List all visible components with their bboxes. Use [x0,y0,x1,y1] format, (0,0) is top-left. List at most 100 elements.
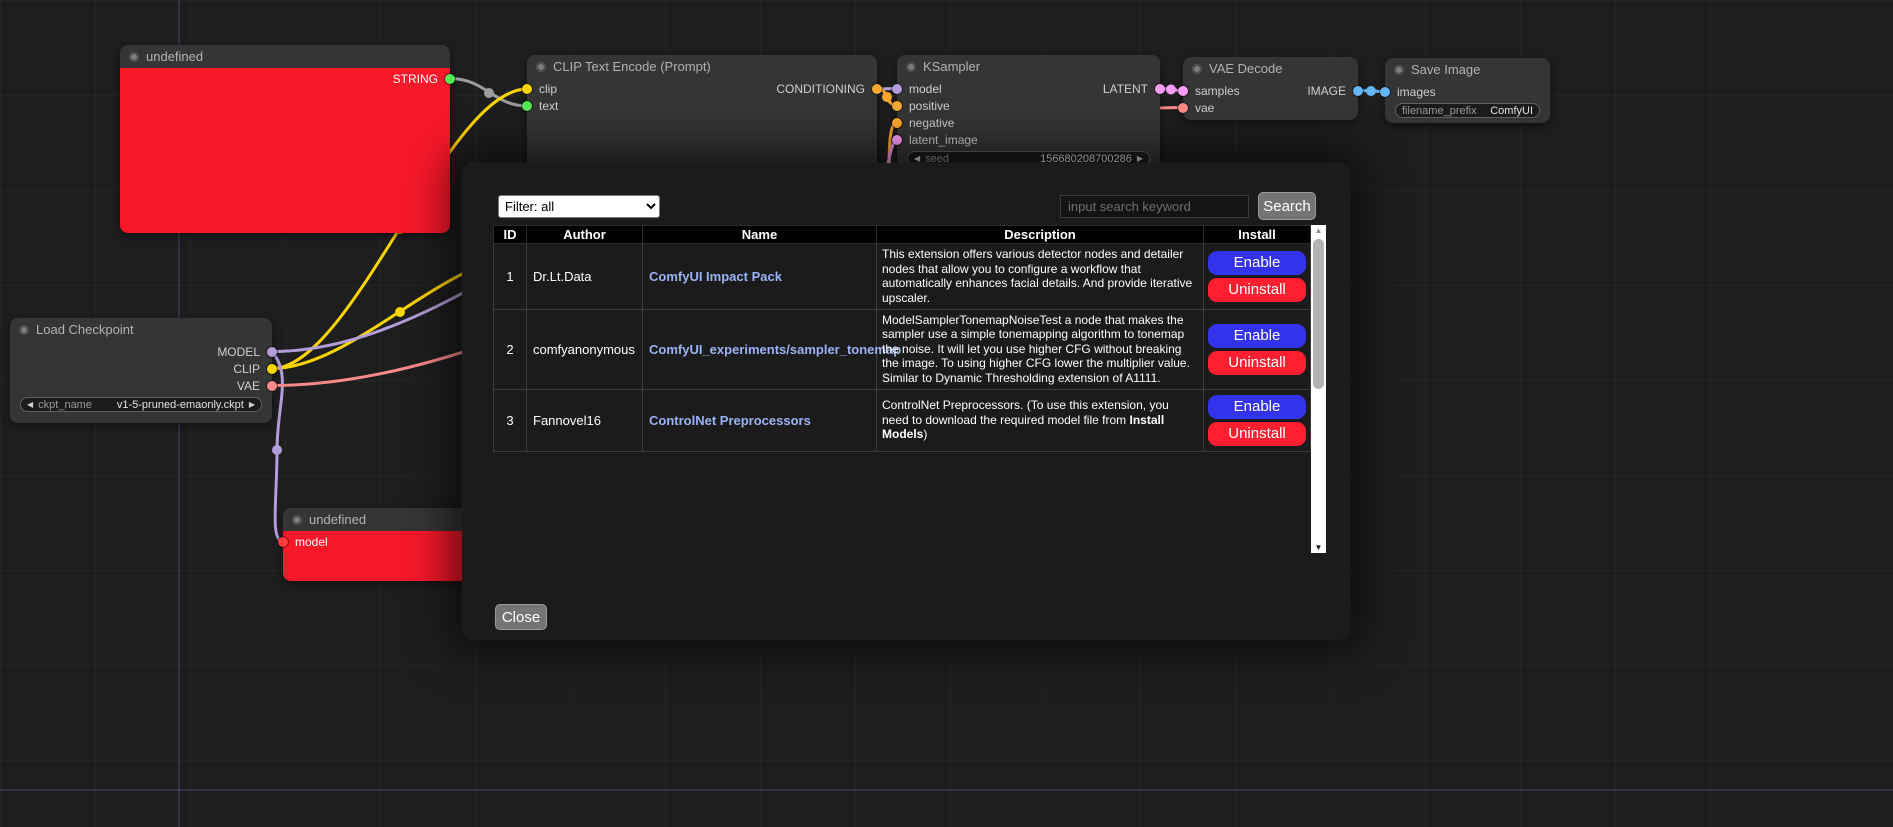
col-header-author: Author [527,226,643,244]
extension-row: 3 Fannovel16 ControlNet Preprocessors Co… [494,389,1311,451]
enable-button[interactable]: Enable [1208,251,1306,275]
node-body: images filename_prefix ComfyUI [1385,81,1550,123]
collapse-dot-icon[interactable] [292,515,302,525]
table-scrollbar[interactable]: ▲ ▼ [1311,225,1326,553]
row-id: 1 [494,244,527,310]
vae-port-dot[interactable] [1178,103,1188,113]
col-header-id: ID [494,226,527,244]
input-port-vae: vae [1183,99,1358,116]
node-title: Save Image [1411,62,1480,77]
output-port-model: MODEL [10,343,272,360]
node-undefined-top[interactable]: undefined STRING [120,45,450,233]
filename-prefix-widget[interactable]: filename_prefix ComfyUI [1395,103,1540,118]
row-author: comfyanonymous [527,309,643,389]
canvas-origin-hline [0,789,1893,791]
increment-arrow-icon[interactable]: ▶ [1137,155,1143,163]
row-author: Fannovel16 [527,389,643,451]
node-header[interactable]: Load Checkpoint [10,318,272,341]
vae-port-dot[interactable] [267,381,277,391]
table-header-row: ID Author Name Description Install [494,226,1311,244]
conditioning-port-dot[interactable] [872,84,882,94]
collapse-dot-icon[interactable] [1192,64,1202,74]
clip-port-dot[interactable] [267,364,277,374]
col-header-name: Name [643,226,877,244]
input-port-negative: negative [897,114,1160,131]
input-port-text: text [527,97,877,114]
close-button[interactable]: Close [495,604,547,630]
string-port-dot[interactable] [445,74,455,84]
row-id: 2 [494,309,527,389]
extension-row: 1 Dr.Lt.Data ComfyUI Impact Pack This ex… [494,244,1311,310]
node-load-checkpoint[interactable]: Load Checkpoint MODEL CLIP VAE ◀ ckpt_na… [10,318,272,423]
samples-port-dot[interactable] [1178,86,1188,96]
search-button[interactable]: Search [1258,192,1316,220]
node-body: samples IMAGE vae [1183,80,1358,120]
output-port-vae: VAE [10,377,272,394]
model-port-dot[interactable] [278,537,288,547]
node-title: undefined [146,49,203,64]
extension-table: ID Author Name Description Install 1 Dr.… [493,225,1325,553]
node-header[interactable]: KSampler [897,55,1160,78]
scroll-down-icon[interactable]: ▼ [1311,543,1326,552]
enable-button[interactable]: Enable [1208,324,1306,348]
collapse-dot-icon[interactable] [536,62,546,72]
uninstall-button[interactable]: Uninstall [1208,351,1306,375]
model-port-dot[interactable] [892,84,902,94]
port-row: samples IMAGE [1183,82,1358,99]
col-header-description: Description [877,226,1204,244]
extension-link[interactable]: ControlNet Preprocessors [649,413,811,428]
filter-select[interactable]: Filter: all [498,195,660,218]
image-port-dot[interactable] [1353,86,1363,96]
next-arrow-icon[interactable]: ▶ [249,401,255,409]
node-body-error: STRING [120,68,450,233]
decrement-arrow-icon[interactable]: ◀ [914,155,920,163]
row-description: This extension offers various detector n… [877,244,1204,310]
row-author: Dr.Lt.Data [527,244,643,310]
node-save-image[interactable]: Save Image images filename_prefix ComfyU… [1385,58,1550,123]
input-port-latent-image: latent_image [897,131,1160,148]
clip-port-dot[interactable] [522,84,532,94]
output-port-string: STRING [120,70,450,87]
row-id: 3 [494,389,527,451]
ckpt-name-widget[interactable]: ◀ ckpt_name v1-5-pruned-emaonly.ckpt ▶ [20,397,262,412]
prev-arrow-icon[interactable]: ◀ [27,401,33,409]
search-input[interactable] [1060,195,1249,218]
node-title: VAE Decode [1209,61,1282,76]
negative-port-dot[interactable] [892,118,902,128]
node-header[interactable]: CLIP Text Encode (Prompt) [527,55,877,78]
uninstall-button[interactable]: Uninstall [1208,422,1306,446]
collapse-dot-icon[interactable] [906,62,916,72]
node-title: CLIP Text Encode (Prompt) [553,59,711,74]
node-title: KSampler [923,59,980,74]
positive-port-dot[interactable] [892,101,902,111]
model-port-dot[interactable] [267,347,277,357]
node-vae-decode[interactable]: VAE Decode samples IMAGE vae [1183,57,1358,120]
output-port-clip: CLIP [10,360,272,377]
collapse-dot-icon[interactable] [19,325,29,335]
extension-link[interactable]: ComfyUI_experiments/sampler_tonemap [649,342,901,357]
row-description: ModelSamplerTonemapNoiseTest a node that… [877,309,1204,389]
node-header[interactable]: undefined [120,45,450,68]
scrollbar-thumb[interactable] [1313,239,1324,389]
collapse-dot-icon[interactable] [129,52,139,62]
images-port-dot[interactable] [1380,87,1390,97]
uninstall-button[interactable]: Uninstall [1208,278,1306,302]
custom-nodes-manager-dialog: Filter: all Search ID Author Name Descri… [462,163,1350,640]
scroll-up-icon[interactable]: ▲ [1311,226,1326,235]
latent-image-port-dot[interactable] [892,135,902,145]
port-row: clip CONDITIONING [527,80,877,97]
node-title: undefined [309,512,366,527]
node-title: Load Checkpoint [36,322,134,337]
node-header[interactable]: Save Image [1385,58,1550,81]
port-row: model LATENT [897,80,1160,97]
collapse-dot-icon[interactable] [1394,65,1404,75]
enable-button[interactable]: Enable [1208,395,1306,419]
extension-row: 2 comfyanonymous ComfyUI_experiments/sam… [494,309,1311,389]
col-header-install: Install [1204,226,1311,244]
input-port-positive: positive [897,97,1160,114]
node-header[interactable]: VAE Decode [1183,57,1358,80]
row-description: ControlNet Preprocessors. (To use this e… [877,389,1204,451]
text-port-dot[interactable] [522,101,532,111]
extension-link[interactable]: ComfyUI Impact Pack [649,269,782,284]
latent-port-dot[interactable] [1155,84,1165,94]
